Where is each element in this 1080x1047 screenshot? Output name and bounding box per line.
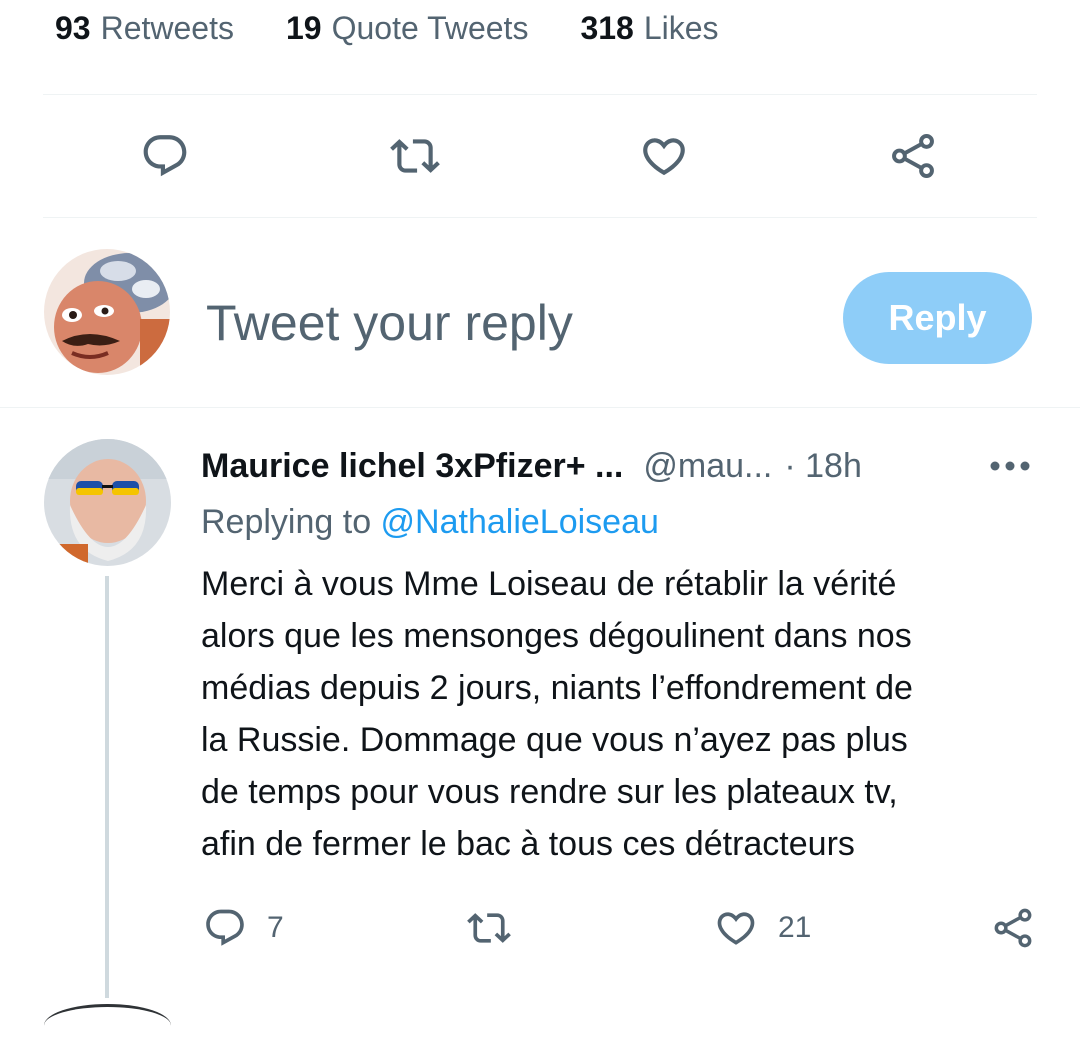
replying-to-mention-link[interactable]: @NathalieLoiseau xyxy=(381,503,659,541)
reply-tweet-retweet-button[interactable] xyxy=(467,904,531,952)
likes-count: 318 xyxy=(580,9,634,46)
reply-tweet-share-button[interactable] xyxy=(991,904,1035,952)
reply-count: 7 xyxy=(267,911,284,944)
like-button[interactable] xyxy=(638,130,690,182)
like-count: 21 xyxy=(778,911,812,944)
more-dots-icon xyxy=(990,461,1030,471)
retweet-icon xyxy=(467,913,511,943)
reply-icon xyxy=(143,135,187,177)
retweets-stat[interactable]: 93 Retweets xyxy=(55,10,234,47)
divider xyxy=(0,407,1080,408)
reply-tweet-like-button[interactable]: 21 xyxy=(714,904,811,952)
reply-tweet-reply-button[interactable]: 7 xyxy=(203,904,284,952)
reply-tweet-action-bar: 7 21 xyxy=(0,896,1080,960)
like-icon xyxy=(717,912,755,945)
share-icon xyxy=(994,908,1032,948)
reply-author-handle[interactable]: @mau... xyxy=(643,447,772,486)
reply-author-name[interactable]: Maurice lichel 3xPfizer+ ... xyxy=(201,447,623,486)
replying-to-prefix: Replying to xyxy=(201,503,381,541)
retweet-icon xyxy=(390,139,440,173)
replying-to-line: Replying to @NathalieLoiseau xyxy=(201,503,659,542)
retweets-label: Retweets xyxy=(100,9,234,46)
quote-tweets-stat[interactable]: 19 Quote Tweets xyxy=(286,10,528,47)
like-icon xyxy=(643,138,685,176)
tweet-action-bar xyxy=(0,120,1080,192)
reply-composer-input[interactable] xyxy=(206,290,806,356)
share-icon xyxy=(892,134,934,178)
quote-tweets-count: 19 xyxy=(285,9,322,46)
engagement-stats: 93 Retweets 19 Quote Tweets 318 Likes xyxy=(55,6,719,50)
reply-author-avatar[interactable] xyxy=(44,439,171,566)
reply-timestamp[interactable]: · 18h xyxy=(784,447,862,486)
divider xyxy=(43,94,1037,95)
quote-tweets-label: Quote Tweets xyxy=(331,9,529,46)
next-reply-avatar[interactable] xyxy=(44,1004,171,1047)
reply-icon xyxy=(206,909,244,946)
share-button[interactable] xyxy=(887,130,939,182)
current-user-avatar[interactable] xyxy=(44,249,170,375)
divider xyxy=(43,217,1037,218)
retweet-button[interactable] xyxy=(389,130,441,182)
reply-tweet-text: Merci à vous Mme Loiseau de rétablir la … xyxy=(201,565,913,863)
likes-stat[interactable]: 318 Likes xyxy=(580,10,718,47)
more-options-button[interactable] xyxy=(985,444,1035,488)
reply-button[interactable] xyxy=(139,130,191,182)
reply-tweet-header: Maurice lichel 3xPfizer+ ... @mau... · 1… xyxy=(201,444,862,488)
likes-label: Likes xyxy=(643,9,719,46)
retweets-count: 93 xyxy=(55,9,91,46)
reply-submit-button[interactable]: Reply xyxy=(843,272,1032,364)
